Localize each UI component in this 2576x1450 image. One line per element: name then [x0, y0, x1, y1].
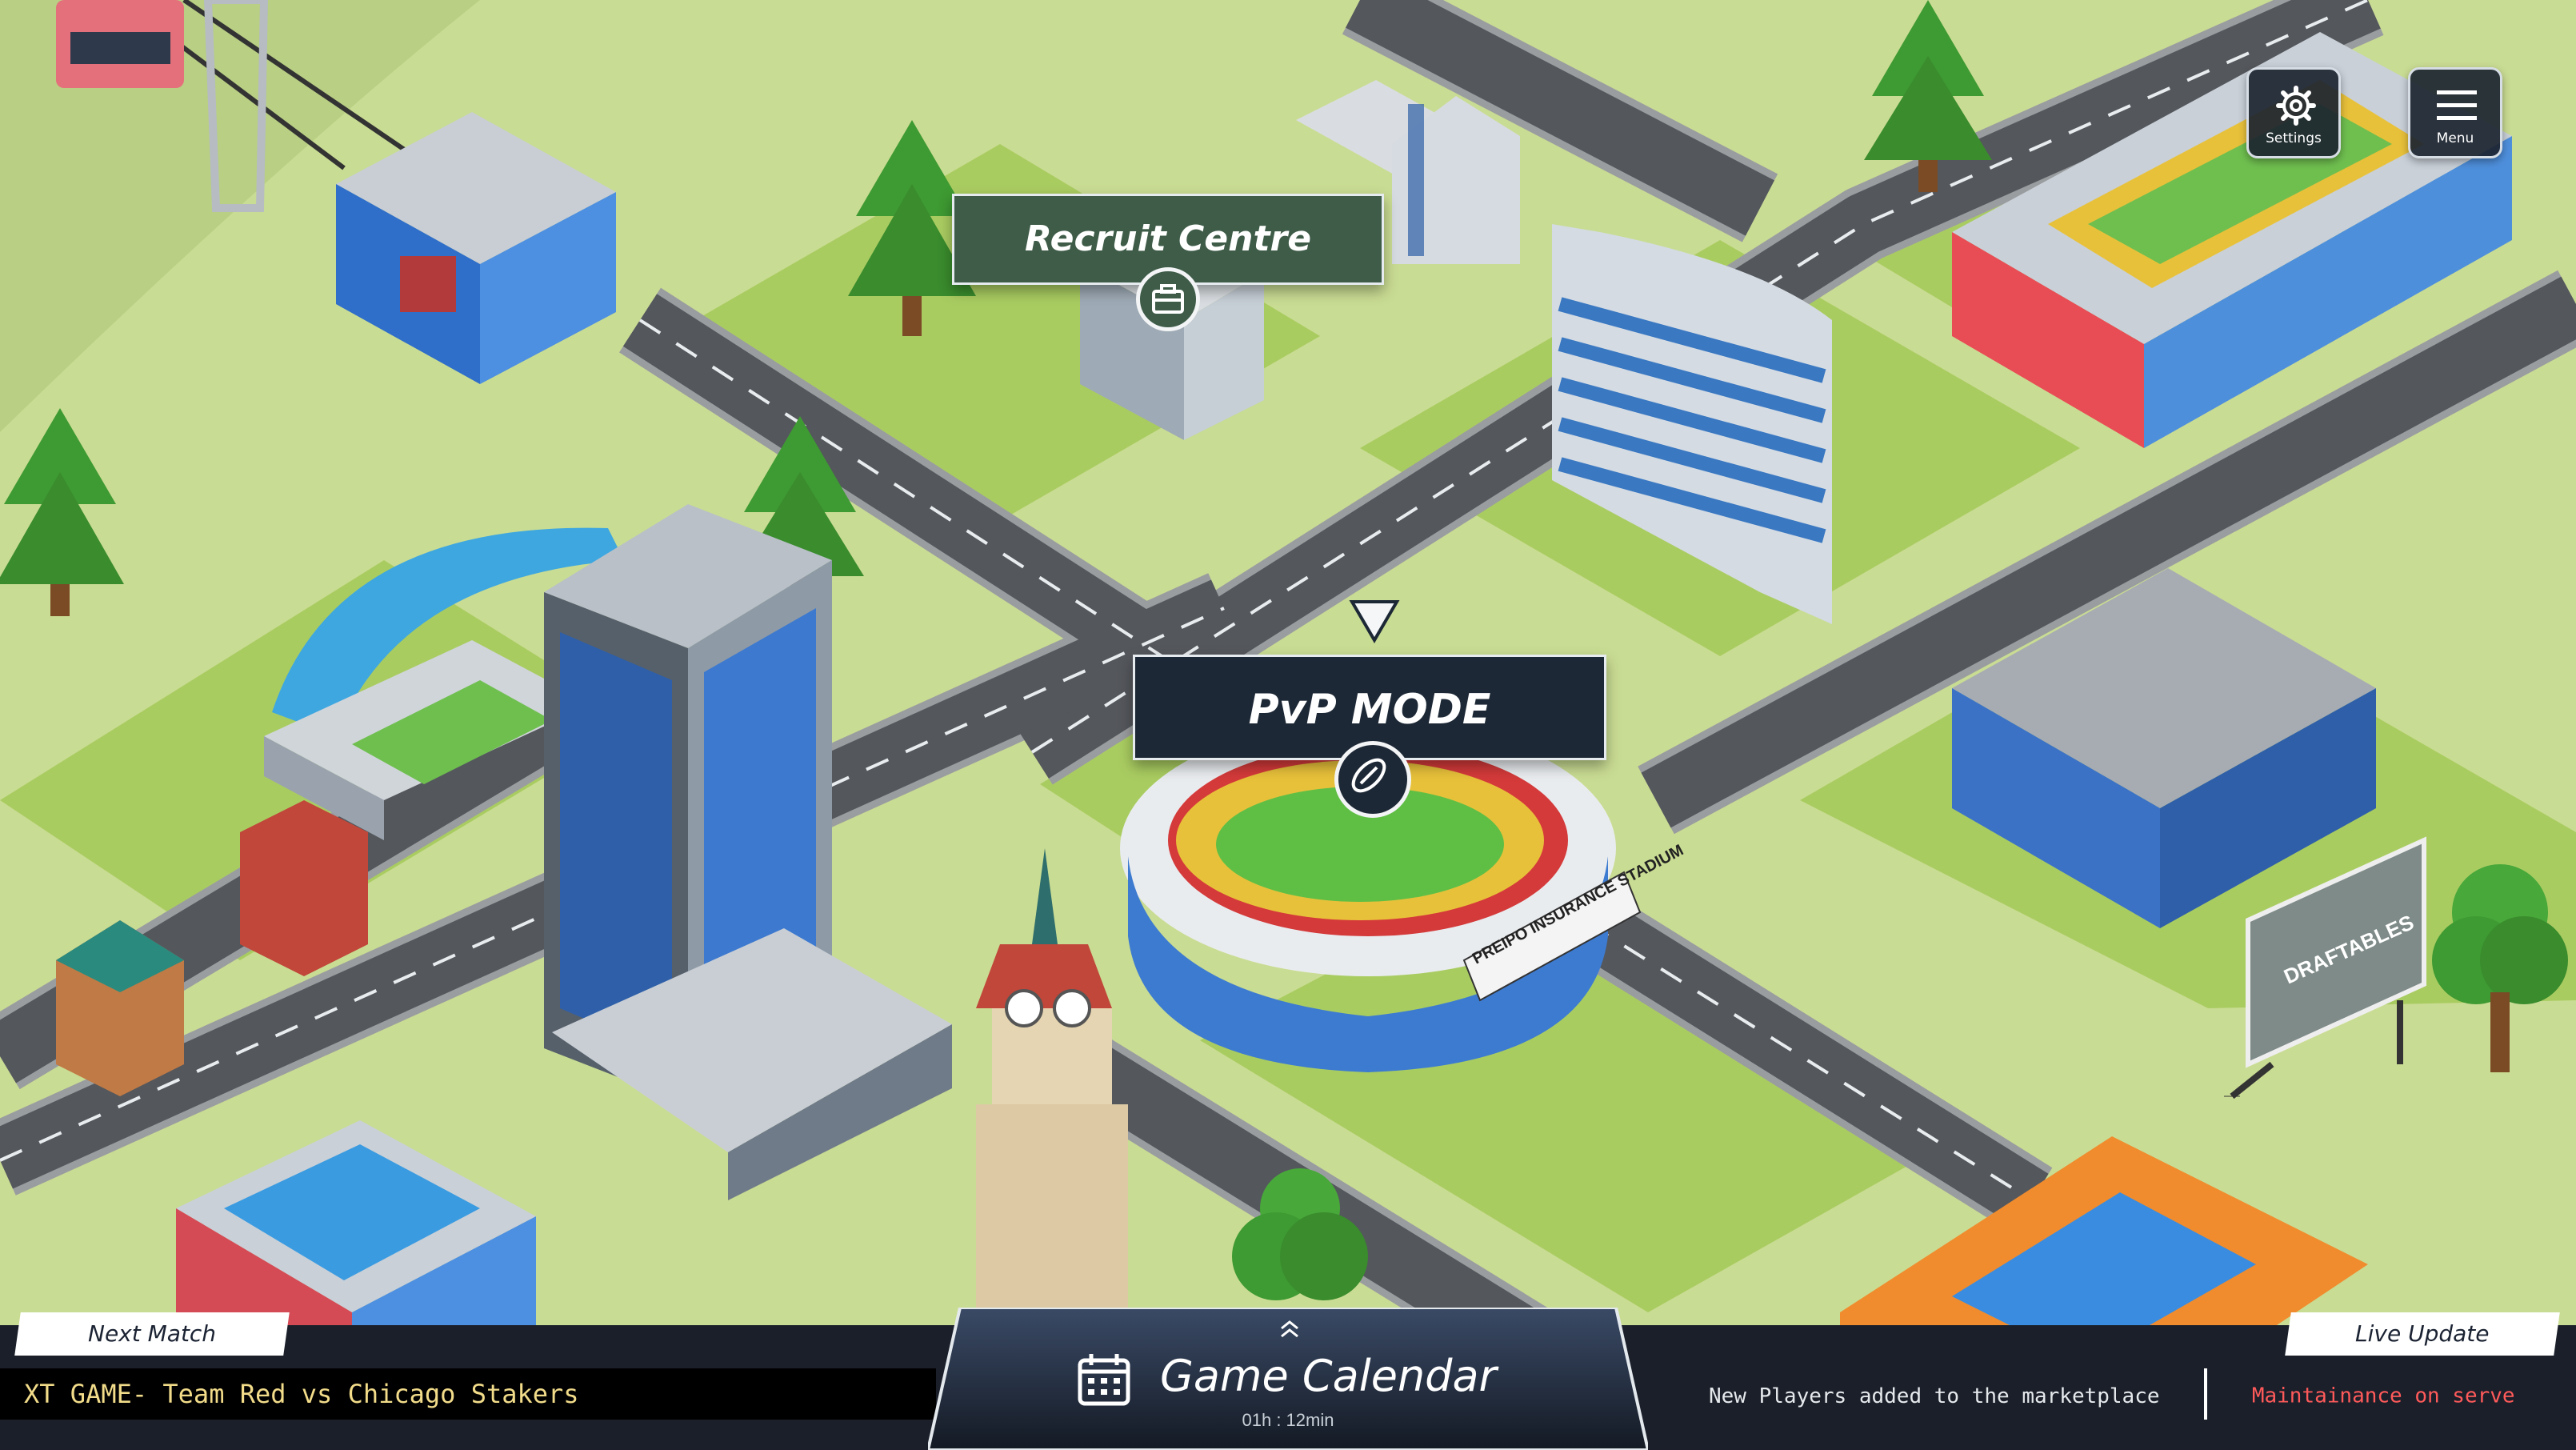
- ticker-divider: [2204, 1368, 2208, 1420]
- live-ticker-item-2: Maintainance on serve: [2251, 1384, 2515, 1408]
- next-match-label: Next Match: [87, 1320, 217, 1347]
- next-match-ticker-text: XT GAME- Team Red vs Chicago Stakers: [24, 1379, 579, 1409]
- live-update-tab[interactable]: Live Update: [2285, 1312, 2560, 1356]
- gear-icon: [2276, 86, 2316, 126]
- next-match-ticker: XT GAME- Team Red vs Chicago Stakers: [0, 1368, 936, 1420]
- live-ticker-item-1: New Players added to the marketplace: [1709, 1384, 2160, 1408]
- calendar-timer: 01h : 12min: [1242, 1410, 1334, 1430]
- game-calendar-button[interactable]: Game Calendar 01h : 12min: [928, 1308, 1648, 1450]
- pvp-mode-label: PvP MODE: [1248, 686, 1491, 734]
- live-update-ticker: New Players added to the marketplace Mai…: [1640, 1368, 2576, 1420]
- live-update-label: Live Update: [2355, 1320, 2490, 1347]
- settings-label: Settings: [2266, 130, 2322, 146]
- calendar-icon: [1078, 1354, 1130, 1406]
- calendar-title: Game Calendar: [1160, 1351, 1497, 1401]
- pvp-mode-marker[interactable]: [1334, 741, 1411, 818]
- chevron-up-icon[interactable]: [1274, 1317, 1306, 1341]
- menu-button[interactable]: Menu: [2408, 67, 2502, 158]
- settings-button[interactable]: Settings: [2246, 67, 2341, 158]
- menu-label: Menu: [2436, 130, 2474, 146]
- next-match-tab[interactable]: Next Match: [14, 1312, 290, 1356]
- football-icon: [1351, 758, 1386, 793]
- recruit-centre-marker[interactable]: [1136, 267, 1200, 331]
- hamburger-icon: [2437, 90, 2477, 120]
- recruit-centre-label: Recruit Centre: [1024, 218, 1312, 259]
- briefcase-icon: [1152, 284, 1184, 314]
